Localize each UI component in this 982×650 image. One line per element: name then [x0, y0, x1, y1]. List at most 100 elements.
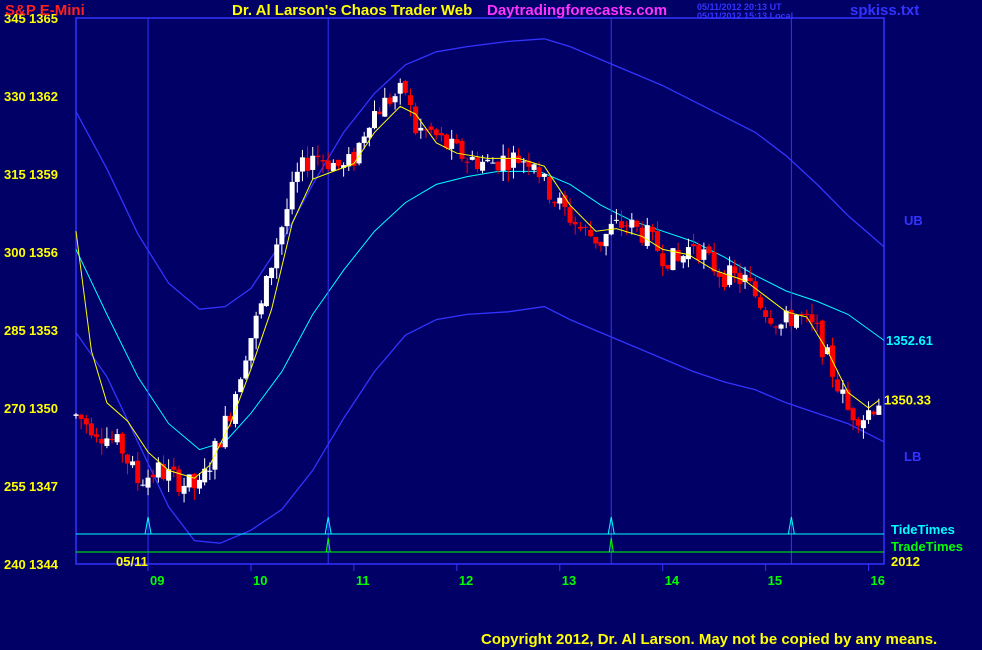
candle-down — [577, 226, 583, 229]
tide-times-label: TideTimes — [891, 522, 955, 537]
candle-up — [449, 138, 455, 149]
candle-down — [855, 419, 861, 426]
candle-down — [438, 133, 444, 136]
candle-down — [660, 253, 666, 267]
candle-down — [809, 314, 815, 323]
candle-down — [119, 433, 125, 454]
candle-down — [305, 157, 311, 171]
candle-up — [876, 405, 882, 415]
candle-up — [613, 219, 619, 221]
candle-down — [536, 167, 542, 178]
candle-down — [552, 202, 558, 204]
candle-down — [83, 418, 89, 425]
candle-up — [238, 379, 244, 393]
candle-up — [521, 161, 527, 163]
candle-up — [397, 82, 403, 94]
candle-up — [490, 162, 496, 164]
candle-down — [408, 95, 414, 106]
lower-band-label: LB — [904, 449, 921, 464]
candle-down — [675, 249, 681, 261]
x-tick-label: 09 — [150, 573, 164, 588]
x-tick-label: 15 — [768, 573, 782, 588]
candle-down — [464, 161, 470, 163]
candle-up — [258, 303, 264, 315]
candle-down — [88, 423, 94, 436]
candle-down — [335, 159, 341, 166]
candle-up — [469, 157, 475, 160]
candle-up — [361, 136, 367, 144]
candle-down — [634, 220, 640, 227]
candle-up — [860, 420, 866, 429]
candle-up — [557, 197, 563, 204]
candle-up — [866, 410, 872, 420]
candle-up — [284, 209, 290, 227]
candle-down — [109, 438, 115, 441]
candle-up — [299, 157, 305, 172]
candle-up — [207, 470, 213, 472]
candle-down — [639, 227, 645, 243]
candle-up — [269, 267, 275, 279]
candle-up — [418, 127, 424, 131]
year-label: 2012 — [891, 554, 920, 569]
x-tick-label: 16 — [871, 573, 885, 588]
candle-up — [181, 485, 187, 494]
candle-down — [124, 454, 130, 464]
candle-down — [433, 129, 439, 136]
candle-down — [804, 313, 810, 315]
candle-up — [840, 389, 846, 394]
candle-up — [279, 227, 285, 245]
candle-down — [572, 221, 578, 225]
y-tick-label-price: 1356 — [29, 245, 58, 260]
site-link[interactable]: Daytradingforecasts.com — [487, 2, 667, 19]
candle-up — [531, 164, 537, 170]
candle-down — [583, 226, 589, 228]
candle-up — [253, 315, 259, 339]
y-tick-label-price: 1359 — [29, 167, 58, 182]
candle-up — [485, 159, 491, 162]
candles-layer — [73, 78, 882, 503]
y-tick-label-left: 300 — [4, 245, 26, 260]
candle-up — [310, 155, 316, 170]
candle-up — [510, 152, 516, 168]
x-tick-label: 14 — [665, 573, 680, 588]
candle-down — [619, 221, 625, 228]
candle-up — [197, 479, 203, 489]
candle-down — [428, 126, 434, 130]
candle-up — [480, 161, 486, 171]
candle-down — [459, 140, 465, 159]
y-tick-label-price: 1350 — [29, 401, 58, 416]
candle-down — [835, 379, 841, 392]
candle-down — [315, 155, 321, 158]
x-tick-label: 11 — [356, 573, 370, 588]
timestamp-local: 05/11/2012 15:13 Local — [697, 11, 794, 21]
y-tick-label-left: 240 — [4, 557, 26, 572]
candle-down — [665, 264, 671, 269]
candle-down — [402, 80, 408, 93]
lower-band-line — [75, 305, 885, 544]
candle-up — [794, 314, 800, 328]
candle-down — [624, 225, 630, 227]
y-tick-label-price: 1362 — [29, 89, 58, 104]
candle-down — [567, 207, 573, 223]
y-tick-label-price: 1353 — [29, 323, 58, 338]
y-tick-label-left: 315 — [4, 167, 26, 182]
candle-down — [495, 161, 501, 171]
candle-up — [274, 244, 280, 269]
candle-down — [135, 460, 141, 484]
candle-down — [454, 139, 460, 144]
candle-up — [644, 225, 650, 246]
price-tag-label: 1352.61 — [886, 333, 933, 348]
candle-up — [778, 324, 784, 329]
candle-up — [294, 171, 300, 182]
candle-down — [768, 318, 774, 324]
candle-up — [243, 360, 249, 379]
instrument-title: S&P E-Mini — [5, 2, 85, 19]
x-tick-label: 13 — [562, 573, 576, 588]
candle-down — [505, 157, 511, 171]
trade-times-label: TradeTimes — [891, 539, 963, 554]
candle-down — [655, 231, 661, 251]
candle-down — [546, 176, 552, 200]
candle-down — [191, 473, 197, 489]
candle-up — [701, 249, 707, 260]
candle-down — [747, 277, 753, 282]
